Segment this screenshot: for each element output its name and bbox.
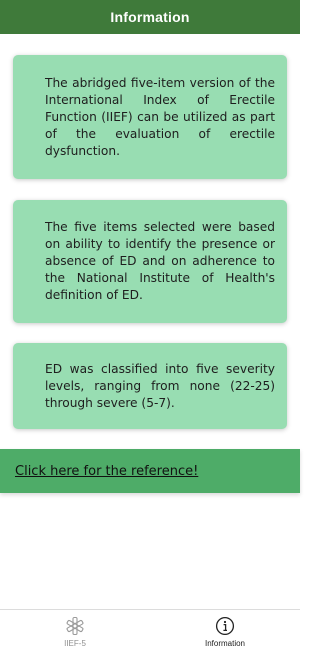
info-circle-icon: [215, 616, 235, 636]
tab-label: Information: [204, 639, 246, 648]
info-card-text: ED was classified into five severity lev…: [45, 361, 275, 410]
tab-information[interactable]: Information: [150, 610, 300, 650]
tab-iief-5[interactable]: IIEF-5: [0, 610, 150, 650]
info-card-items: The five items selected were based on ab…: [13, 200, 287, 323]
info-card-iief: The abridged five-item version of the In…: [13, 55, 287, 179]
info-card-severity: ED was classified into five severity lev…: [13, 343, 287, 429]
asterisk-icon: [66, 616, 84, 636]
info-card-text: The five items selected were based on ab…: [45, 220, 275, 302]
bottom-tab-bar: IIEF-5 Information: [0, 609, 300, 650]
info-card-text: The abridged five-item version of the In…: [45, 75, 275, 158]
tab-label: IIEF-5: [64, 639, 86, 648]
reference-link[interactable]: Click here for the reference!: [15, 464, 198, 479]
reference-bar: Click here for the reference!: [0, 449, 300, 493]
page-title: Information: [110, 9, 190, 25]
app-header: Information: [0, 0, 300, 34]
